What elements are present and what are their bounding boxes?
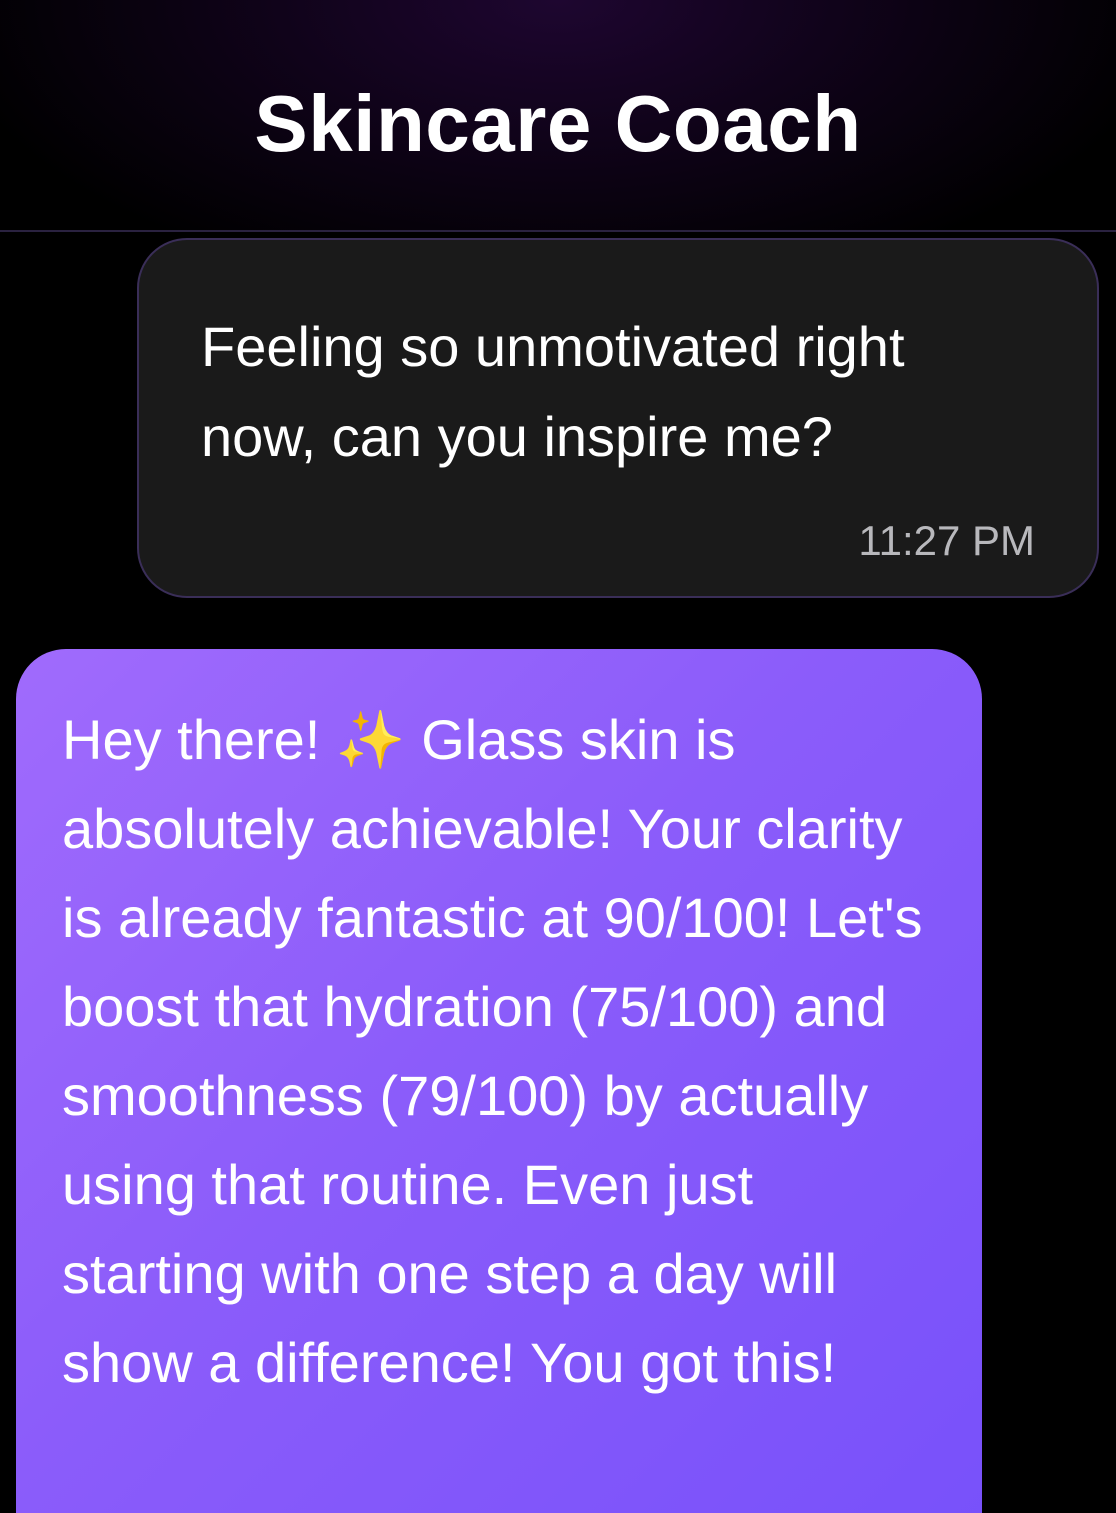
page-title: Skincare Coach: [254, 79, 862, 168]
coach-message-text-start: Hey there!: [62, 708, 336, 771]
sparkles-icon: ✨: [335, 708, 406, 771]
user-message-text: Feeling so unmotivated right now, can yo…: [201, 315, 905, 468]
user-message-bubble[interactable]: Feeling so unmotivated right now, can yo…: [137, 238, 1099, 598]
coach-message-text: Hey there! ✨ Glass skin is absolutely ac…: [62, 695, 952, 1407]
message-timestamp: 11:27 PM: [858, 517, 1035, 564]
coach-message-text-rest: Glass skin is absolutely achievable! You…: [62, 708, 923, 1394]
chat-screen: Skincare Coach Feeling so unmotivated ri…: [0, 0, 1116, 1513]
chat-header: Skincare Coach: [0, 0, 1116, 232]
coach-message-bubble[interactable]: Hey there! ✨ Glass skin is absolutely ac…: [16, 649, 982, 1513]
